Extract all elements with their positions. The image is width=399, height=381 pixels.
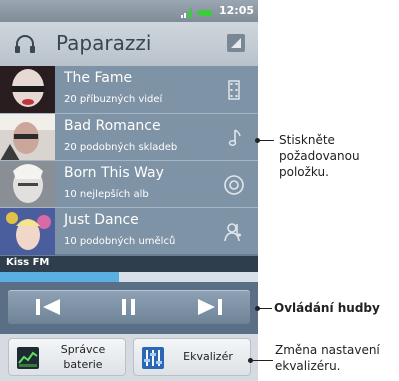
playback-progress[interactable] (0, 272, 258, 282)
battery-manager-button[interactable]: Správce baterie (8, 338, 126, 376)
callout-line-list (258, 140, 274, 141)
film-icon (228, 80, 240, 100)
next-button[interactable] (170, 290, 250, 324)
edit-icon[interactable] (226, 33, 246, 53)
headphones-icon (15, 35, 35, 53)
title-bar: Paparazzi (0, 22, 258, 66)
callout-select-line2: požadovanou (279, 149, 360, 163)
battery-icon (198, 10, 212, 16)
pause-button[interactable] (89, 290, 169, 324)
phone-screen: 12:05 Paparazzi The Fame 20 příbuzných v… (0, 0, 258, 381)
progress-fill (0, 272, 119, 282)
callout-eq-line1: Změna nastavení (275, 343, 380, 357)
list-item-title: The Fame (64, 70, 133, 86)
list-item-subtitle: 10 nejlepších alb (64, 189, 149, 200)
station-label: Kiss FM (6, 257, 50, 268)
callout-eq-line2: ekvalizéru. (275, 359, 341, 373)
callout-line-controls (258, 308, 272, 309)
pause-icon (122, 299, 135, 315)
callout-select-item: Stiskněte požadovanou položku. (279, 132, 360, 180)
list-item-subtitle: 20 podobných skladeb (64, 142, 178, 153)
controls-bar (8, 290, 250, 324)
related-list: The Fame 20 příbuzných videí Bad Romance… (0, 66, 258, 256)
list-item[interactable]: Just Dance 10 podobných umělců (0, 207, 258, 255)
list-item[interactable]: The Fame 20 příbuzných videí (0, 66, 258, 113)
skip-next-icon (198, 299, 222, 315)
callout-line-eq (251, 360, 273, 361)
battery-graph-icon (17, 347, 39, 369)
disc-icon (224, 175, 244, 195)
music-note-icon (228, 129, 241, 146)
equalizer-button[interactable]: Ekvalizér (133, 338, 251, 376)
status-bar: 12:05 (0, 0, 258, 22)
music-controls (0, 282, 258, 334)
list-item-title: Born This Way (64, 165, 164, 181)
page-title: Paparazzi (56, 31, 152, 55)
album-thumbnail (0, 66, 55, 113)
bottom-toolbar: Správce baterie Ekvalizér (0, 334, 258, 381)
station-bar: Kiss FM (0, 256, 258, 272)
list-item-subtitle: 20 příbuzných videí (64, 94, 163, 105)
equalizer-icon (142, 347, 164, 369)
artist-icon (224, 223, 241, 242)
battery-manager-label-line2: baterie (63, 358, 103, 371)
list-item-title: Bad Romance (64, 118, 161, 134)
list-item-title: Just Dance (64, 212, 139, 228)
callout-music-controls: Ovládání hudby (274, 301, 380, 315)
previous-button[interactable] (8, 290, 88, 324)
equalizer-label: Ekvalizér (183, 350, 233, 363)
list-item[interactable]: Bad Romance 20 podobných skladeb (0, 113, 258, 161)
signal-icon (181, 8, 192, 18)
status-time: 12:05 (219, 4, 255, 17)
album-thumbnail (0, 114, 55, 161)
callout-select-line3: položku. (279, 165, 329, 179)
album-thumbnail (0, 161, 55, 208)
list-item[interactable]: Born This Way 10 nejlepších alb (0, 160, 258, 208)
album-thumbnail (0, 208, 55, 255)
skip-previous-icon (36, 299, 60, 315)
callout-select-line1: Stiskněte (279, 133, 335, 147)
callout-eq-change: Změna nastavení ekvalizéru. (275, 342, 380, 374)
battery-manager-label-line1: Správce (60, 343, 106, 356)
list-item-subtitle: 10 podobných umělců (64, 236, 176, 247)
